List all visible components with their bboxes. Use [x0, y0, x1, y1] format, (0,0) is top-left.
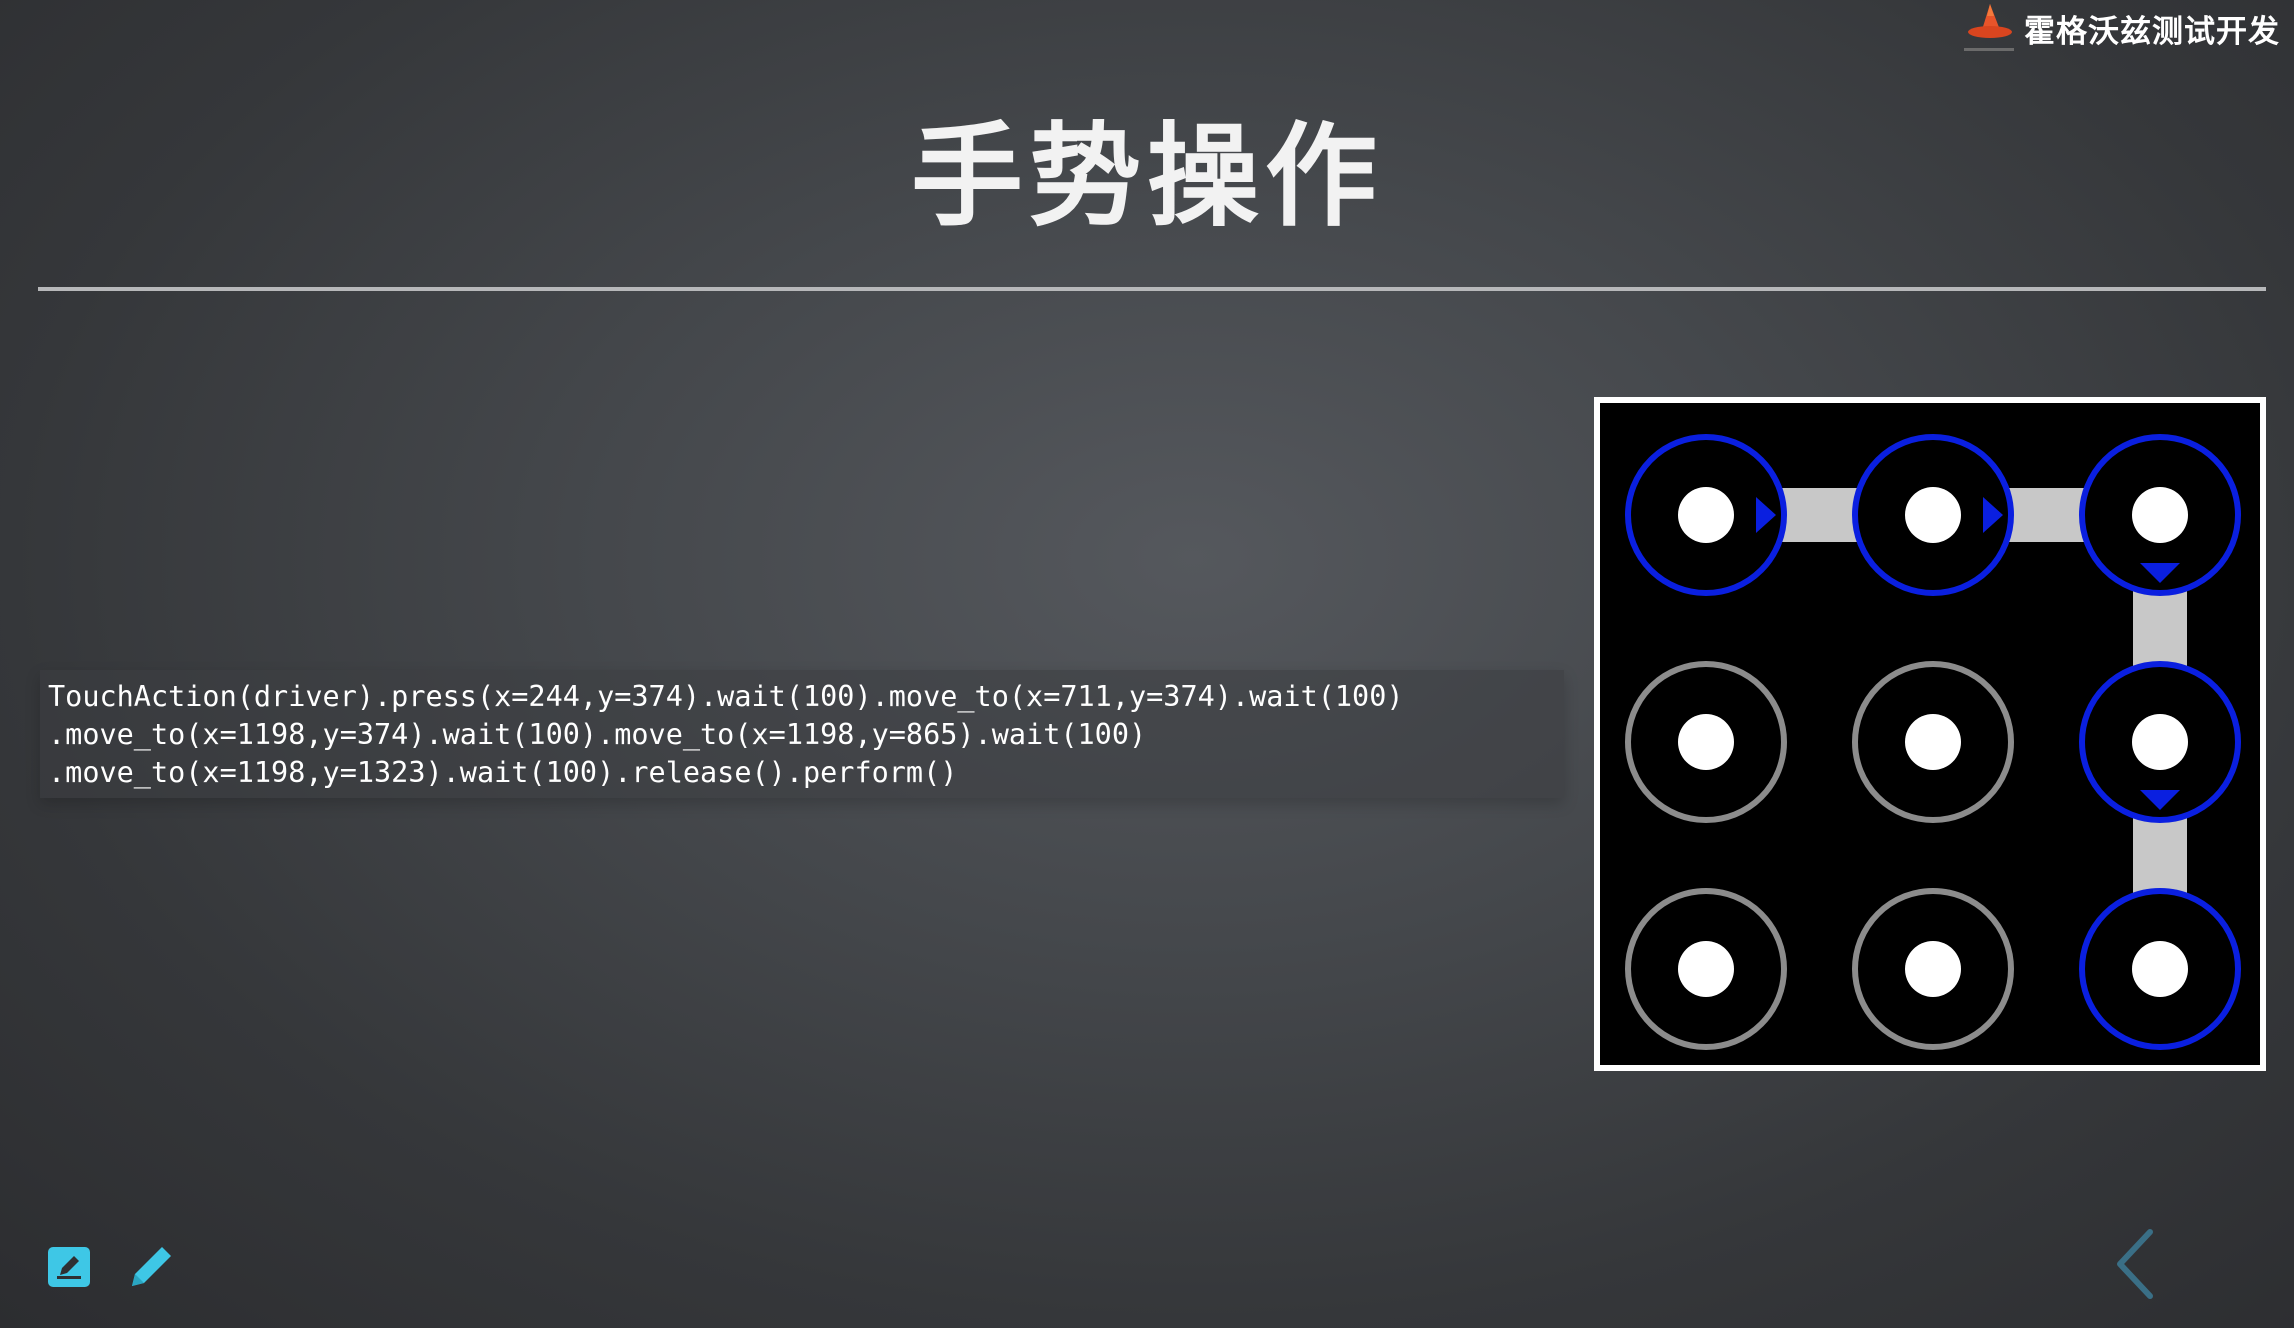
- pattern-dot: [1678, 714, 1734, 770]
- brand: 霍格沃兹测试开发: [1960, 0, 2280, 56]
- code-block: TouchAction(driver).press(x=244,y=374).w…: [40, 670, 1564, 798]
- pattern-dot: [1905, 714, 1961, 770]
- pattern-lock-image: [1594, 397, 2266, 1071]
- brand-name: 霍格沃兹测试开发: [2024, 13, 2280, 50]
- bottom-toolbar: [46, 1240, 212, 1296]
- pattern-dot: [2132, 714, 2188, 770]
- pattern-dot: [2132, 941, 2188, 997]
- pencil-icon[interactable]: [126, 1240, 178, 1296]
- pattern-dot: [1678, 941, 1734, 997]
- code-line: .move_to(x=1198,y=374).wait(100).move_to…: [48, 718, 1147, 751]
- pattern-dot: [1678, 487, 1734, 543]
- pattern-dot: [1905, 487, 1961, 543]
- nav-back-button[interactable]: [2112, 1226, 2158, 1306]
- wizard-hat-icon: [1960, 0, 2018, 56]
- pattern-dot: [1905, 941, 1961, 997]
- slide-title: 手势操作: [911, 112, 1383, 242]
- code-line: .move_to(x=1198,y=1323).wait(100).releas…: [48, 756, 958, 789]
- pattern-lock-grid: [1600, 403, 2260, 1065]
- chevron-left-icon: [2117, 1229, 2153, 1299]
- title-divider: [38, 287, 2266, 291]
- code-line: TouchAction(driver).press(x=244,y=374).w…: [48, 680, 1404, 713]
- pattern-dot: [2132, 487, 2188, 543]
- edit-note-icon[interactable]: [46, 1243, 92, 1293]
